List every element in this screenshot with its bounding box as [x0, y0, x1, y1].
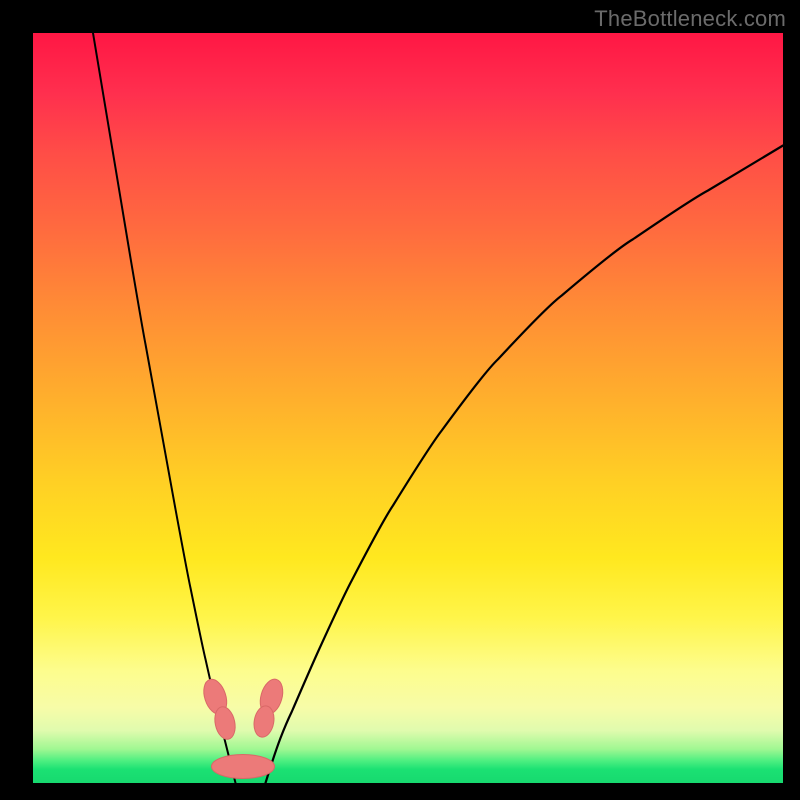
right-curve	[266, 146, 784, 784]
curve-layer	[33, 33, 783, 783]
chart-stage: TheBottleneck.com	[0, 0, 800, 800]
plot-area	[33, 33, 783, 783]
left-curve	[93, 33, 236, 783]
marker-group	[200, 676, 287, 778]
bottom-pill	[212, 755, 275, 779]
watermark-text: TheBottleneck.com	[594, 6, 786, 32]
